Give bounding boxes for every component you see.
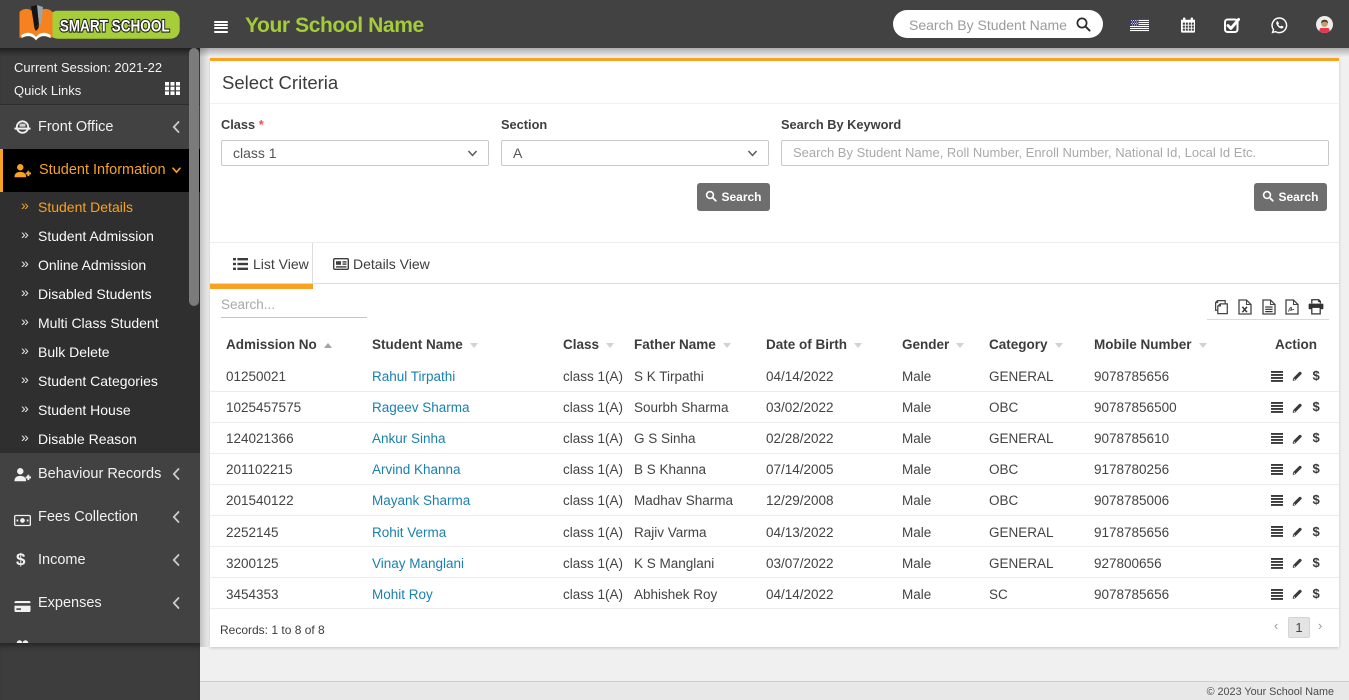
svg-text:SMART SCHOOL: SMART SCHOOL xyxy=(60,16,170,35)
